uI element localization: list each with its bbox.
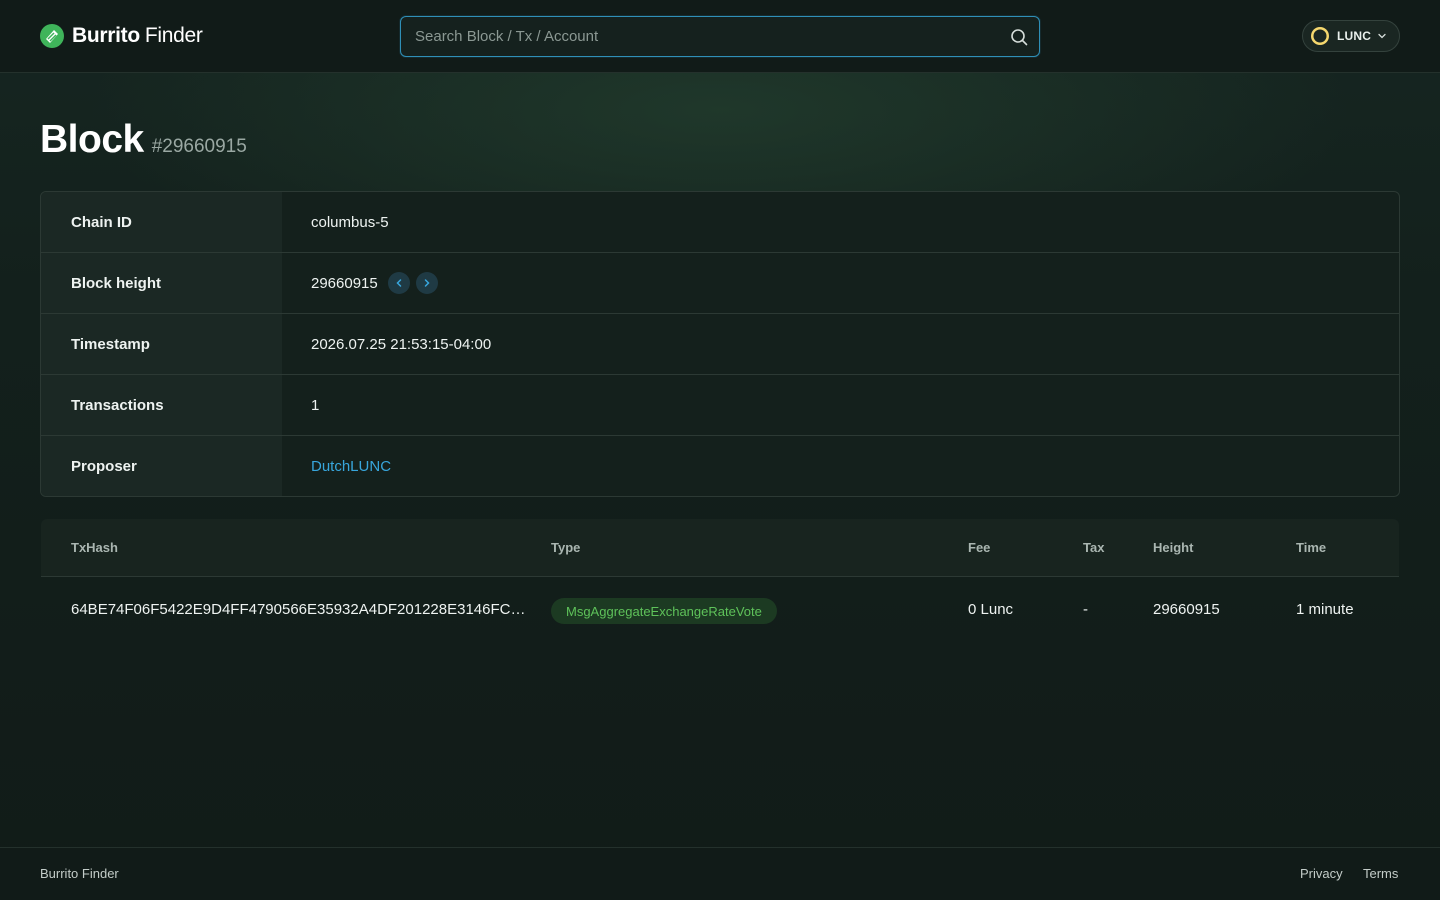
tx-time: 1 minute [1296, 601, 1354, 618]
column-header-height: Height [1153, 540, 1194, 555]
info-row-transactions: Transactions 1 [41, 375, 1399, 436]
column-header-tax: Tax [1083, 540, 1105, 555]
chevron-left-icon [396, 279, 401, 287]
table-header: TxHash Type Fee Tax Height Time [41, 519, 1399, 577]
transactions-table: TxHash Type Fee Tax Height Time 64BE74F0… [41, 519, 1399, 643]
tx-hash-link[interactable]: 64BE74F06F5422E9D4FF4790566E35932A4DF201… [71, 601, 526, 618]
page-title-text: Block [40, 118, 144, 161]
info-label: Chain ID [41, 192, 282, 252]
info-row-chain-id: Chain ID columbus-5 [41, 192, 1399, 253]
column-header-fee: Fee [968, 540, 991, 555]
footer: Burrito Finder Privacy Terms [0, 847, 1440, 900]
brand-logo[interactable]: Burrito Finder [40, 23, 203, 49]
info-row-block-height: Block height 29660915 [41, 253, 1399, 314]
proposer-cell: DutchLUNC [282, 436, 1399, 496]
chevron-down-icon [1378, 33, 1386, 39]
search-icon[interactable] [1010, 28, 1028, 46]
column-header-time: Time [1296, 540, 1327, 555]
network-selector[interactable]: LUNC [1302, 20, 1400, 52]
info-label: Proposer [41, 436, 282, 496]
brand-name-light: Finder [144, 24, 203, 47]
column-header-type: Type [551, 540, 581, 555]
transactions-count-value: 1 [311, 396, 320, 414]
info-label: Timestamp [41, 314, 282, 374]
block-info-table: Chain ID columbus-5 Block height 2966091… [40, 191, 1400, 497]
burrito-logo-icon [40, 24, 64, 48]
network-label: LUNC [1337, 29, 1372, 43]
tx-height: 29660915 [1153, 601, 1220, 618]
privacy-link[interactable]: Privacy [1300, 866, 1343, 881]
app-root: BurritoFinder LUNC Block #29660915 [0, 0, 1440, 900]
info-row-proposer: Proposer DutchLUNC [41, 436, 1399, 496]
tx-tax: - [1083, 601, 1088, 618]
chevron-right-icon [424, 279, 430, 287]
search-input[interactable] [415, 17, 995, 56]
previous-block-button[interactable] [387, 272, 410, 294]
timestamp-value: 2026.07.25 21:53:15-04:00 [311, 335, 492, 353]
block-number-subtitle: #29660915 [151, 136, 247, 157]
next-block-button[interactable] [415, 272, 438, 294]
search-box [400, 16, 1040, 57]
footer-brand: Burrito Finder [40, 866, 119, 881]
table-row: 64BE74F06F5422E9D4FF4790566E35932A4DF201… [41, 577, 1399, 643]
lunc-coin-icon [1311, 27, 1329, 45]
block-height-value: 29660915 [311, 274, 378, 292]
info-row-timestamp: Timestamp 2026.07.25 21:53:15-04:00 [41, 314, 1399, 375]
brand-name: Burrito Finder [72, 24, 203, 48]
info-label: Transactions [41, 375, 282, 435]
tx-fee: 0 Lunc [968, 601, 1014, 618]
top-header: BurritoFinder LUNC [0, 0, 1440, 73]
proposer-link[interactable]: DutchLUNC [311, 458, 391, 475]
page-title: Block #29660915 [40, 118, 247, 162]
info-label: Block height [41, 253, 282, 313]
block-height-cell: 29660915 [282, 253, 1399, 313]
terms-link[interactable]: Terms [1363, 866, 1398, 881]
column-header-txhash: TxHash [71, 540, 118, 555]
tx-type-badge: MsgAggregateExchangeRateVote [551, 598, 777, 624]
brand-name-bold: Burrito [72, 24, 140, 47]
chain-id-value: columbus-5 [311, 213, 389, 231]
